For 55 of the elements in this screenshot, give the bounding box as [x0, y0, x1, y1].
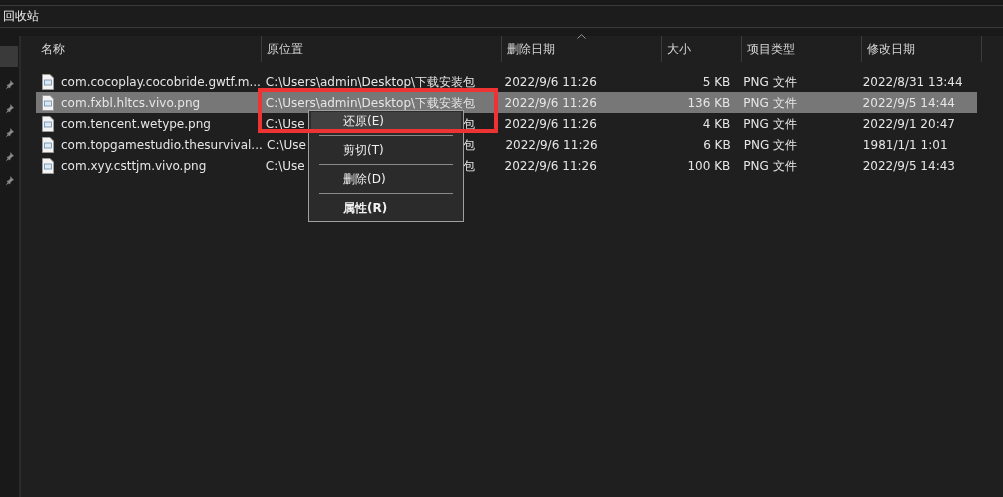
pin-icon[interactable]: [4, 152, 15, 162]
pin-icon[interactable]: [4, 104, 15, 114]
table-cell: 4 KB: [702, 116, 731, 131]
table-cell: 2022/9/5 14:44: [862, 95, 955, 110]
table-cell: 2022/9/6 11:26: [504, 116, 597, 131]
table-cell: 2022/9/6 11:26: [504, 95, 597, 110]
table-cell: PNG 文件: [743, 95, 797, 110]
table-cell: C:\Users\admin\Desktop\下载安装包: [265, 74, 476, 89]
image-file-icon: [42, 157, 54, 174]
column-header[interactable]: 大小: [662, 36, 742, 62]
table-cell: 2022/9/6 11:26: [504, 158, 597, 173]
table-row[interactable]: com.fxbl.hltcs.vivo.png C:\Users\admin\Desktop\下载安装包 2022/9/6 11:26 136 KB PNG 文件 2022/9/5 14:44: [36, 92, 977, 113]
column-header[interactable]: 名称: [36, 36, 262, 62]
table-cell: 1981/1/1 1:01: [862, 137, 948, 152]
table-cell: 2022/9/6 11:26: [505, 137, 598, 152]
table-cell: 包: [463, 137, 476, 152]
column-header[interactable]: 修改日期: [862, 36, 982, 62]
table-cell: com.topgamestudio.thesurvival...: [61, 137, 263, 152]
table-cell: C:\Users\admin\Desktop\下载安装包: [265, 95, 476, 110]
table-cell: PNG 文件: [743, 74, 797, 89]
table-cell: 5 KB: [702, 74, 731, 89]
table-cell: com.fxbl.hltcs.vivo.png: [61, 95, 201, 110]
table-cell: C:\Use: [265, 116, 305, 131]
menu-item[interactable]: 删除(D): [311, 170, 461, 188]
column-header[interactable]: 删除日期: [502, 36, 662, 62]
menu-item[interactable]: 还原(E): [311, 112, 461, 130]
menu-item[interactable]: 剪切(T): [311, 141, 461, 159]
table-cell: 2022/8/31 13:44: [862, 74, 963, 89]
image-file-icon: [42, 94, 54, 111]
table-cell: 包: [462, 158, 475, 173]
table-cell: 6 KB: [703, 137, 731, 152]
table-cell: 100 KB: [687, 158, 731, 173]
table-cell: PNG 文件: [743, 116, 797, 131]
table-cell: C:\Use: [265, 158, 305, 173]
table-cell: 包: [462, 116, 475, 131]
table-cell: 2022/9/6 11:26: [504, 74, 597, 89]
menu-item[interactable]: 属性(R): [311, 199, 461, 217]
table-cell: com.cocoplay.cocobride.gwtf.m...: [61, 74, 261, 89]
pin-icon[interactable]: [4, 128, 15, 138]
table-cell: PNG 文件: [743, 137, 798, 152]
image-file-icon: [42, 136, 54, 153]
pin-icon[interactable]: [4, 176, 15, 186]
image-file-icon: [42, 115, 54, 132]
column-header[interactable]: 项目类型: [742, 36, 862, 62]
table-cell: C:\Use: [267, 137, 306, 152]
column-header[interactable]: 原位置: [262, 36, 502, 62]
table-cell: com.xyy.csttjm.vivo.png: [61, 158, 207, 173]
table-cell: 2022/9/1 20:47: [862, 116, 955, 131]
pin-icon[interactable]: [4, 80, 15, 90]
table-cell: com.tencent.wetype.png: [61, 116, 211, 131]
table-cell: 136 KB: [687, 95, 731, 110]
table-cell: PNG 文件: [743, 158, 797, 173]
image-file-icon: [42, 73, 54, 90]
table-cell: 2022/9/5 14:43: [862, 158, 955, 173]
window-title: 回收站: [3, 8, 39, 25]
